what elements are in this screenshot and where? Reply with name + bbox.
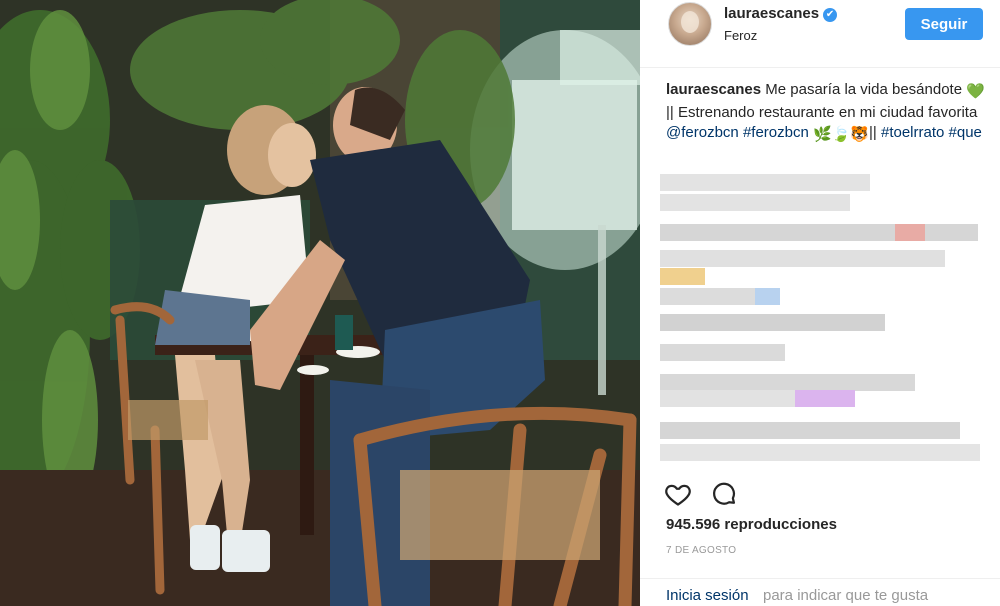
blurred-comment	[660, 390, 855, 407]
username-link[interactable]: lauraescanes	[724, 5, 819, 22]
caption-text-3: ||	[869, 124, 877, 141]
blurred-comment	[660, 444, 980, 461]
mention-link[interactable]: @ferozbcn	[666, 124, 739, 141]
caption-username-link[interactable]: lauraescanes	[666, 81, 761, 98]
blurred-comment	[660, 344, 785, 361]
follow-button[interactable]: Seguir	[905, 8, 983, 40]
blurred-comment	[660, 174, 870, 191]
location-link[interactable]: Feroz	[724, 28, 757, 43]
username-header[interactable]: lauraescanes ✔	[724, 5, 838, 22]
hashtag-link[interactable]: #ferozbcn	[743, 124, 809, 141]
blurred-comment	[660, 422, 960, 439]
hashtag-link[interactable]: #toelrrato	[881, 124, 944, 141]
post-header: lauraescanes ✔ Feroz Seguir	[640, 0, 1000, 68]
post-caption: lauraescanes Me pasaría la vida besándot…	[666, 80, 986, 146]
blurred-comment	[660, 250, 945, 267]
caption-text-2: || Estrenando restaurante en mi ciudad f…	[666, 103, 978, 121]
avatar[interactable]	[668, 2, 712, 46]
blurred-comment	[660, 194, 850, 211]
green-heart-emoji: 💚	[966, 83, 985, 100]
post-photo[interactable]	[0, 0, 640, 606]
post-date[interactable]: 7 de agosto	[666, 545, 736, 556]
blurred-comment	[660, 314, 885, 331]
post-side-panel: lauraescanes ✔ Feroz Seguir lauraescanes …	[640, 0, 1000, 606]
login-prompt-text: para indicar que te gusta	[763, 587, 929, 604]
comment-icon[interactable]	[710, 480, 740, 510]
plant-tiger-emoji: 🌿🍃🐯	[812, 126, 870, 143]
hashtag-link[interactable]: #que	[949, 124, 982, 141]
blurred-comment	[660, 374, 915, 391]
verified-badge-icon: ✔	[823, 8, 838, 22]
blurred-comment	[660, 224, 978, 241]
post-photo-illustration	[0, 0, 640, 606]
login-link[interactable]: Inicia sesión	[666, 587, 749, 604]
caption-text-1: Me pasaría la vida besándote	[765, 81, 963, 98]
heart-icon[interactable]	[664, 480, 694, 510]
comments-blurred	[660, 172, 990, 470]
blurred-comment	[660, 288, 780, 305]
views-count[interactable]: 945.596 reproducciones	[666, 516, 837, 533]
blurred-comment	[660, 268, 705, 285]
login-prompt: Inicia sesión para indicar que te gusta	[640, 578, 1000, 606]
post-actions	[664, 480, 984, 510]
